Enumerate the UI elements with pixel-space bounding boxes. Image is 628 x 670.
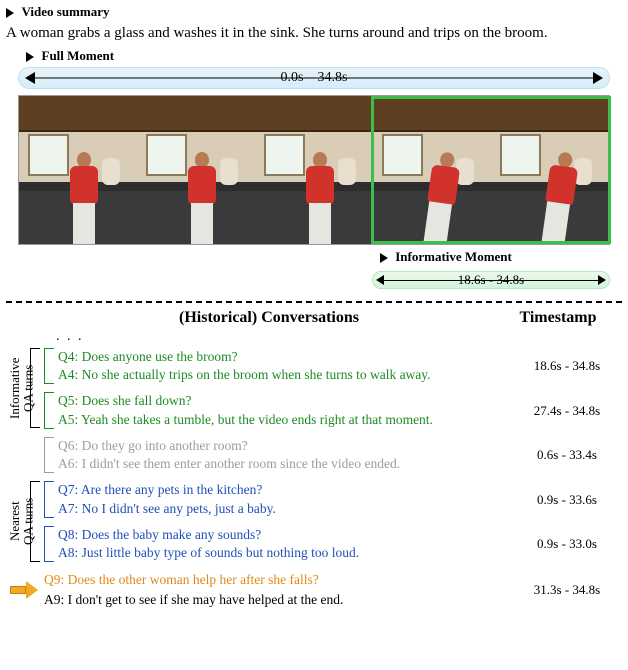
question-text: Q4: Does anyone use the broom? <box>58 348 506 366</box>
col-conversations: (Historical) Conversations <box>40 309 498 327</box>
timestamp-value: 18.6s - 34.8s <box>512 358 622 374</box>
current-answer: A9: I don't get to see if she may have h… <box>44 590 512 610</box>
group-label: Informative QA turns <box>8 348 28 428</box>
timestamp-value: 0.9s - 33.0s <box>512 536 622 552</box>
qa-region: Q4: Does anyone use the broom?A4: No she… <box>6 348 622 562</box>
full-moment-range: 0.0s – 34.8s <box>19 70 609 86</box>
full-moment-label: Full Moment <box>42 48 115 63</box>
section-divider <box>6 301 622 303</box>
pointer-arrow-icon <box>10 581 40 599</box>
group-bracket-icon <box>30 348 40 428</box>
informative-moment-label: Informative Moment <box>395 249 512 264</box>
bullet-icon <box>6 8 14 18</box>
filmstrip <box>18 95 610 245</box>
answer-text: A8: Just little baby type of sounds but … <box>58 544 506 562</box>
video-frame <box>491 96 609 244</box>
qa-text: Q5: Does she fall down?A5: Yeah she take… <box>58 392 512 428</box>
group-label: Nearest QA turns <box>8 481 28 562</box>
bullet-icon <box>380 253 388 263</box>
timestamp-value: 0.9s - 33.6s <box>512 492 622 508</box>
answer-text: A7: No I didn't see any pets, just a bab… <box>58 500 506 518</box>
informative-moment-range: 18.6s - 34.8s <box>373 272 609 288</box>
col-timestamp: Timestamp <box>498 309 618 327</box>
question-text: Q8: Does the baby make any sounds? <box>58 526 506 544</box>
current-question: Q9: Does the other woman help her after … <box>44 570 512 590</box>
video-frame <box>137 96 255 244</box>
video-frame <box>373 96 491 244</box>
video-frame <box>255 96 373 244</box>
qa-text: Q8: Does the baby make any sounds?A8: Ju… <box>58 526 512 562</box>
question-text: Q7: Are there any pets in the kitchen? <box>58 481 506 499</box>
video-frame <box>19 96 137 244</box>
qa-row: Q7: Are there any pets in the kitchen?A7… <box>6 481 622 517</box>
bullet-icon <box>26 52 34 62</box>
video-summary-label: Video summary <box>22 4 110 19</box>
group-bracket-icon <box>30 481 40 562</box>
qa-text: Q4: Does anyone use the broom?A4: No she… <box>58 348 512 384</box>
informative-moment-bar: 18.6s - 34.8s <box>372 271 610 289</box>
timestamp-value: 27.4s - 34.8s <box>512 403 622 419</box>
qa-bracket-icon <box>44 437 54 473</box>
qa-row: Q6: Do they go into another room?A6: I d… <box>6 437 622 473</box>
qa-bracket-icon <box>44 526 54 562</box>
timestamp-value: 31.3s - 34.8s <box>512 582 622 598</box>
timestamp-value: 0.6s - 33.4s <box>512 447 622 463</box>
full-moment-bar: 0.0s – 34.8s <box>18 67 610 89</box>
answer-text: A6: I didn't see them enter another room… <box>58 455 506 473</box>
qa-row: Q8: Does the baby make any sounds?A8: Ju… <box>6 526 622 562</box>
conversations-header: (Historical) Conversations Timestamp <box>40 309 618 327</box>
question-text: Q6: Do they go into another room? <box>58 437 506 455</box>
video-summary-text: A woman grabs a glass and washes it in t… <box>0 25 628 42</box>
answer-text: A5: Yeah she takes a tumble, but the vid… <box>58 411 506 429</box>
ellipsis: . . . <box>56 329 628 345</box>
qa-row: Q4: Does anyone use the broom?A4: No she… <box>6 348 622 384</box>
answer-text: A4: No she actually trips on the broom w… <box>58 366 506 384</box>
qa-bracket-icon <box>44 392 54 428</box>
qa-row: Q5: Does she fall down?A5: Yeah she take… <box>6 392 622 428</box>
qa-bracket-icon <box>44 348 54 384</box>
qa-bracket-icon <box>44 481 54 517</box>
qa-text: Q7: Are there any pets in the kitchen?A7… <box>58 481 512 517</box>
qa-text: Q6: Do they go into another room?A6: I d… <box>58 437 512 473</box>
current-question-row: Q9: Does the other woman help her after … <box>6 570 622 609</box>
question-text: Q5: Does she fall down? <box>58 392 506 410</box>
